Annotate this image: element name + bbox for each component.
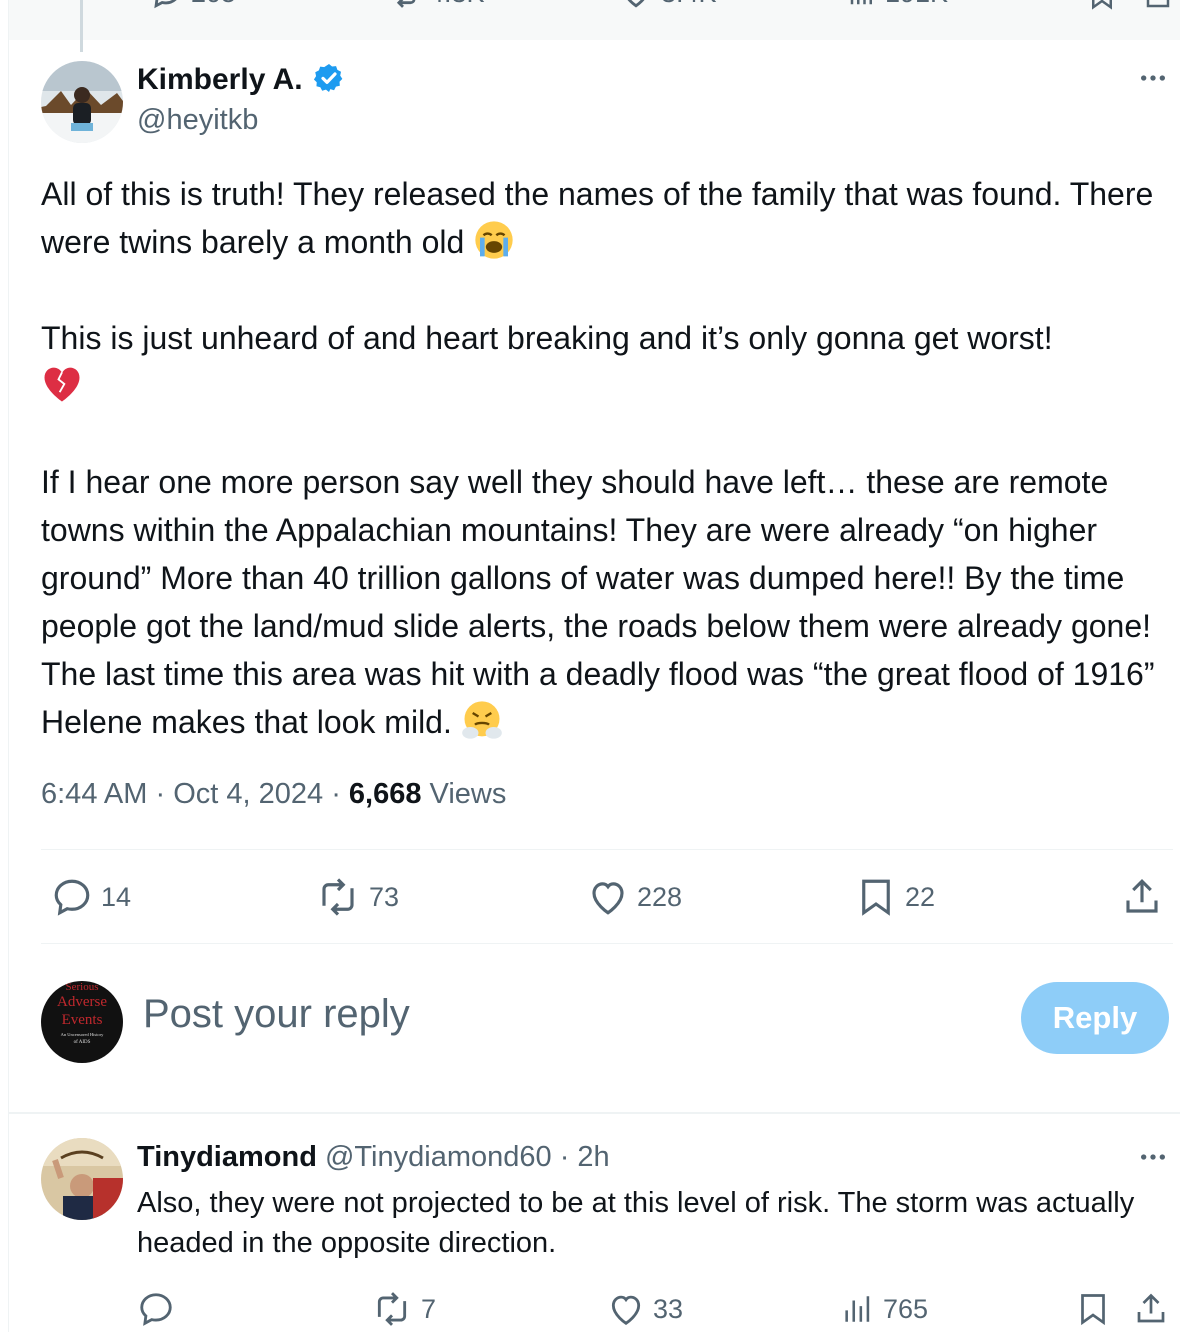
like-button[interactable]: 228 [587, 876, 682, 918]
repost-icon [377, 1292, 407, 1326]
analytics-icon [845, 1296, 870, 1322]
heart-icon [611, 1295, 641, 1325]
reply-text: Also, they were not projected to be at t… [137, 1187, 1135, 1259]
svg-text:Events: Events [62, 1012, 103, 1028]
verified-badge-icon [313, 64, 343, 92]
share-button[interactable] [1121, 876, 1163, 918]
avatar-photo [41, 61, 123, 143]
reply-bookmark-button[interactable] [1075, 1290, 1111, 1328]
loudly-crying-face-emoji [475, 221, 513, 259]
share-icon [1126, 879, 1158, 913]
author-avatar[interactable] [41, 61, 123, 143]
reply-like-button[interactable]: 33 [607, 1290, 683, 1328]
bookmark-icon [1092, 0, 1112, 10]
bookmark-icon [862, 879, 890, 916]
prev-like-button[interactable]: 3.4K [619, 0, 717, 10]
divider [41, 943, 1173, 944]
composer-avatar[interactable]: Serious Adverse Events An Uncensored His… [41, 981, 123, 1063]
tweet-text: All of this is truth! They released the … [41, 170, 1171, 746]
reply-author-row: Tinydiamond @Tinydiamond60 · 2h [137, 1141, 610, 1174]
bookmark-icon [1081, 1294, 1105, 1326]
repost-icon [396, 0, 416, 8]
svg-text:Adverse: Adverse [57, 994, 107, 1010]
reply-reply-button[interactable] [137, 1290, 175, 1328]
more-options-button[interactable] [1137, 62, 1169, 101]
reply-author-handle[interactable]: @Tinydiamond60 [325, 1141, 552, 1173]
tweet-time[interactable]: 6:44 AM [41, 778, 147, 810]
prev-views-button[interactable]: 191K [847, 0, 948, 10]
views-label: Views [429, 778, 507, 810]
reply-share-button[interactable] [1133, 1290, 1169, 1328]
reply-count: 14 [101, 881, 132, 912]
prev-repost-button[interactable]: 4.3K [385, 0, 485, 10]
prev-share-button[interactable] [1143, 0, 1173, 14]
svg-text:of AIDS: of AIDS [74, 1040, 91, 1045]
repost-count: 73 [369, 881, 400, 912]
tweet-paragraph-1: All of this is truth! They released the … [41, 176, 1154, 260]
more-horizontal-icon [1141, 75, 1165, 81]
author-handle[interactable]: @heyitkb [137, 104, 258, 137]
prev-like-count: 3.4K [661, 0, 717, 9]
views-count: 6,668 [348, 778, 422, 810]
reply-icon [54, 879, 90, 916]
prev-reply-button[interactable]: 205 [149, 0, 236, 10]
reply-icon [140, 1293, 172, 1326]
svg-text:Serious: Serious [66, 981, 99, 993]
prev-bookmark-button[interactable] [1087, 0, 1117, 14]
like-count: 228 [637, 881, 683, 912]
section-separator [9, 1112, 1180, 1114]
book-cover-avatar-image: Serious Adverse Events An Uncensored His… [41, 981, 123, 1063]
reply-repost-button[interactable]: 7 [371, 1290, 436, 1328]
author-name-row[interactable]: Kimberly A. [137, 62, 345, 97]
broken-heart-emoji [44, 367, 80, 402]
reply-like-count: 33 [653, 1293, 684, 1324]
reply-icon [154, 0, 177, 9]
share-icon [1146, 0, 1170, 8]
more-horizontal-icon [1141, 1154, 1165, 1160]
previous-tweet-action-bar: 205 4.3K 3.4K 191K [9, 0, 1180, 40]
tweet-paragraph-2: This is just unheard of and heart breaki… [41, 314, 1171, 410]
heart-icon [627, 0, 645, 8]
prev-reply-count: 205 [191, 0, 236, 9]
reply-views-button[interactable]: 765 [841, 1290, 928, 1328]
thread-connector-line [80, 0, 83, 52]
tweet-date[interactable]: Oct 4, 2024 [173, 778, 323, 810]
reply-author-name[interactable]: Tinydiamond [137, 1141, 317, 1173]
tweet-detail-page: 205 4.3K 3.4K 191K [8, 0, 1180, 1332]
prev-views-count: 191K [885, 0, 948, 9]
author-name: Kimberly A. [137, 63, 303, 96]
bookmark-count: 22 [905, 881, 936, 912]
face-with-steam-emoji [461, 701, 502, 739]
reply-time[interactable]: · 2h [560, 1141, 610, 1173]
heart-icon [592, 882, 624, 915]
meta-separator: · [155, 778, 174, 810]
reply-repost-count: 7 [421, 1293, 437, 1324]
tweet-paragraph-3: If I hear one more person say well they … [41, 464, 1155, 740]
bookmark-button[interactable]: 22 [855, 876, 935, 918]
meta-separator: · [331, 778, 349, 810]
reply-views-count: 765 [883, 1293, 929, 1324]
reply-button[interactable]: 14 [51, 876, 131, 918]
reply-more-options-button[interactable] [1137, 1141, 1169, 1180]
tweet-meta: 6:44 AM · Oct 4, 2024 · 6,668 Views [41, 778, 506, 811]
repost-icon [322, 878, 354, 916]
reply-input[interactable] [143, 992, 963, 1037]
reply-submit-button[interactable]: Reply [1021, 982, 1169, 1054]
prev-repost-count: 4.3K [429, 0, 485, 9]
analytics-icon [850, 0, 872, 5]
reply-author-avatar[interactable] [41, 1138, 123, 1220]
divider [41, 849, 1173, 850]
avatar-photo [41, 1138, 123, 1220]
repost-button[interactable]: 73 [315, 876, 399, 918]
svg-text:An Uncensored History: An Uncensored History [61, 1032, 104, 1037]
share-icon [1137, 1293, 1165, 1323]
